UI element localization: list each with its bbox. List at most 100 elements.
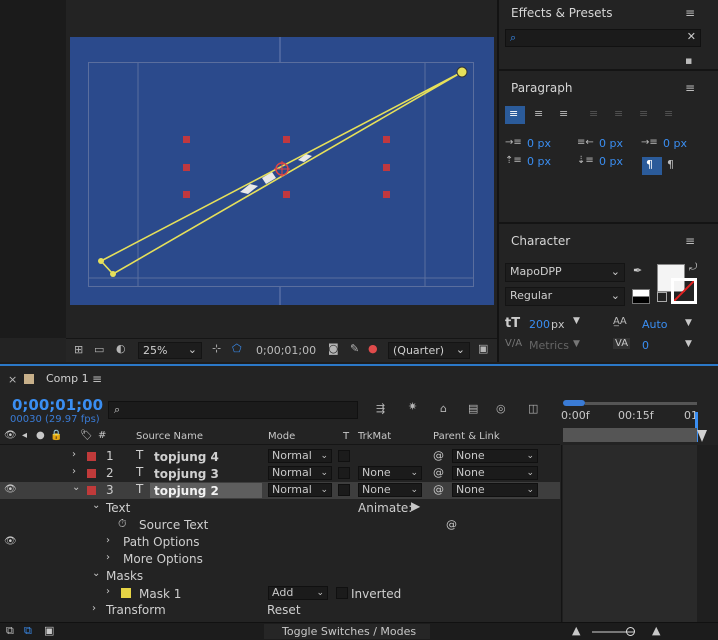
panel-menu-icon[interactable]: ≡ — [685, 6, 695, 20]
chevron-down-icon[interactable]: ⌄ — [92, 500, 100, 511]
zoom-dropdown[interactable]: 25% ⌄ — [138, 342, 202, 359]
paragraph-title[interactable]: Paragraph — [511, 81, 572, 95]
chevron-down-icon[interactable]: ▼ — [573, 316, 580, 326]
reset-link[interactable]: Reset — [267, 603, 301, 617]
chevron-right-icon[interactable]: › — [72, 466, 76, 477]
blend-mode-dropdown[interactable]: Normal ⌄ — [268, 466, 332, 480]
align-left-button[interactable]: ≡ — [505, 106, 525, 124]
draft-3d-icon[interactable]: ✷ — [408, 400, 417, 413]
panel-menu-icon[interactable]: ≡ — [92, 372, 102, 386]
property-row[interactable]: › More Options — [0, 551, 560, 568]
mask-name[interactable]: Mask 1 — [139, 587, 181, 601]
no-fill-icon[interactable] — [657, 292, 667, 302]
parent-dropdown[interactable]: None ⌄ — [452, 466, 538, 480]
chevron-right-icon[interactable]: › — [106, 586, 110, 597]
comp-flowchart-icon[interactable]: ⇶ — [376, 402, 385, 415]
timeline-timecode[interactable]: 0;00;01;00 — [12, 396, 103, 414]
region-of-interest-icon[interactable]: ▣ — [478, 342, 488, 355]
grid-guides-icon[interactable]: ⊹ — [212, 342, 221, 355]
zoom-slider-handle[interactable] — [626, 627, 635, 636]
justify-right-icon[interactable]: ≡ — [639, 107, 648, 120]
inverted-checkbox[interactable] — [336, 587, 348, 599]
eye-icon[interactable]: 👁 — [4, 484, 17, 495]
blend-mode-dropdown[interactable]: Normal ⌄ — [268, 483, 332, 497]
justify-left-icon[interactable]: ≡ — [589, 107, 598, 120]
leading-value[interactable]: Auto — [642, 318, 668, 331]
layer-row[interactable]: › 1 T topjung 4 Normal ⌄ @ None ⌄ — [0, 448, 560, 465]
eyedropper-icon[interactable]: ✒ — [633, 264, 642, 277]
indent-first-value[interactable]: 0 px — [663, 137, 687, 150]
panel-menu-icon[interactable]: ≡ — [685, 81, 695, 95]
snapshot-camera-icon[interactable]: ◙ — [328, 342, 339, 355]
label-color-swatch[interactable] — [87, 452, 96, 461]
mask-path-overlay[interactable] — [0, 0, 497, 338]
work-area-range[interactable] — [563, 428, 697, 442]
default-colors-icon[interactable] — [632, 289, 650, 304]
blend-mode-dropdown[interactable]: Normal ⌄ — [268, 449, 332, 463]
effects-presets-title[interactable]: Effects & Presets — [511, 6, 612, 20]
column-mode[interactable]: Mode — [268, 431, 295, 442]
audio-icon[interactable]: ◂ — [22, 430, 27, 441]
monitor-icon[interactable]: ▭ — [94, 343, 104, 356]
timeline-search-field[interactable]: ⌕ — [108, 401, 358, 419]
indent-right-value[interactable]: 0 px — [599, 137, 623, 150]
text-bounding-handles[interactable] — [183, 136, 390, 198]
chevron-down-icon[interactable]: ▼ — [573, 339, 580, 349]
property-row[interactable]: ⏱ Source Text @ — [0, 517, 560, 534]
preserve-transparency-checkbox[interactable] — [338, 467, 350, 479]
always-preview-icon[interactable]: ⊞ — [74, 343, 83, 356]
layer-row-selected[interactable]: 👁 ⌄ 3 T topjung 2 Normal ⌄ None ⌄ @ None ⌄ — [0, 482, 560, 499]
justify-all-icon[interactable]: ≡ — [664, 107, 673, 120]
current-time-display[interactable]: 0;00;01;00 — [256, 344, 316, 357]
pickwhip-icon[interactable]: @ — [433, 466, 444, 479]
pickwhip-icon[interactable]: @ — [433, 449, 444, 462]
graph-editor-icon[interactable]: ◫ — [528, 402, 538, 415]
chevron-down-icon[interactable]: ▼ — [685, 339, 692, 349]
mask-mode-dropdown[interactable]: Add ⌄ — [268, 586, 328, 600]
column-t[interactable]: T — [343, 431, 349, 442]
font-family-dropdown[interactable]: MapoDPP ⌄ — [505, 263, 625, 282]
stroke-color-swatch[interactable] — [671, 278, 697, 304]
layer-duration-bars[interactable] — [563, 445, 697, 622]
lock-icon[interactable]: 🔒 — [50, 430, 62, 441]
solo-icon[interactable]: ● — [36, 430, 45, 441]
trkmat-dropdown[interactable]: None ⌄ — [358, 483, 422, 497]
tracking-value[interactable]: 0 — [642, 339, 649, 352]
chevron-down-icon[interactable]: ⌄ — [92, 568, 100, 579]
modes-icon[interactable]: ⧉ — [24, 624, 32, 638]
effects-search-field[interactable]: ⌕ ✕ — [505, 29, 701, 47]
chevron-right-icon[interactable]: › — [72, 449, 76, 460]
justify-center-icon[interactable]: ≡ — [614, 107, 623, 120]
mask-vertex-handle[interactable] — [456, 66, 468, 78]
space-before-value[interactable]: 0 px — [527, 155, 551, 168]
in-out-icon[interactable]: ▣ — [44, 624, 54, 637]
mask-vertex-handle[interactable] — [98, 258, 104, 264]
eye-icon[interactable]: 👁 — [4, 536, 17, 547]
column-parent[interactable]: Parent & Link — [433, 431, 500, 442]
column-source-name[interactable]: Source Name — [136, 431, 203, 442]
parent-dropdown[interactable]: None ⌄ — [452, 449, 538, 463]
animate-menu-icon[interactable]: ▶ — [411, 499, 420, 513]
label-color-swatch[interactable] — [87, 486, 96, 495]
align-right-icon[interactable]: ≡ — [559, 107, 568, 120]
pickwhip-icon[interactable]: @ — [433, 483, 444, 496]
layer-name[interactable]: topjung 4 — [154, 450, 219, 464]
zoom-out-icon[interactable]: ▲ — [572, 624, 580, 637]
mask-visibility-icon[interactable]: ⬠ — [232, 342, 242, 355]
zoom-in-icon[interactable]: ▲ — [652, 624, 660, 637]
shy-layers-icon[interactable]: ⌂ — [440, 402, 447, 415]
frame-blending-icon[interactable]: ▤ — [468, 402, 478, 415]
chevron-right-icon[interactable]: › — [106, 535, 110, 546]
property-row[interactable]: 👁 › Path Options — [0, 534, 560, 551]
kerning-value[interactable]: Metrics — [529, 339, 569, 352]
preserve-transparency-checkbox[interactable] — [338, 484, 350, 496]
layer-row[interactable]: › 2 T topjung 3 Normal ⌄ None ⌄ @ None ⌄ — [0, 465, 560, 482]
font-size-value[interactable]: 200 — [529, 318, 550, 331]
close-tab-icon[interactable]: × — [8, 373, 17, 386]
pickwhip-icon[interactable]: @ — [446, 518, 457, 531]
resolution-dropdown[interactable]: (Quarter) ⌄ — [388, 342, 470, 359]
character-title[interactable]: Character — [511, 234, 570, 248]
preserve-transparency-checkbox[interactable] — [338, 450, 350, 462]
panel-menu-icon[interactable]: ≡ — [685, 234, 695, 248]
property-group-masks[interactable]: ⌄ Masks — [0, 568, 560, 585]
